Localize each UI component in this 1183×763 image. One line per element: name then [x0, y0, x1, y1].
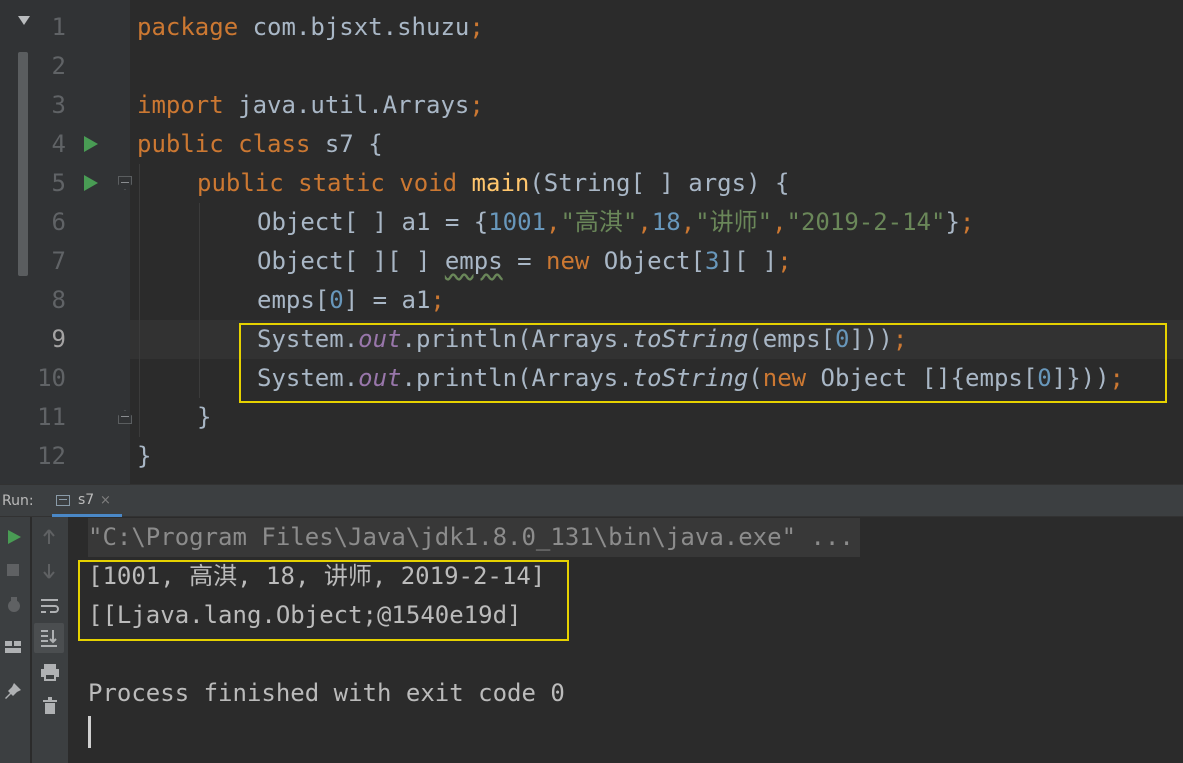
code-editor[interactable]: 1 2 3 4 5 6 7 8 9 10 11 12 package com.b…: [0, 0, 1183, 484]
line-number: 6: [51, 208, 66, 236]
console-command-line: "C:\Program Files\Java\jdk1.8.0_131\bin\…: [88, 518, 860, 557]
debug-icon[interactable]: [4, 595, 24, 615]
editor-scrollbar[interactable]: [18, 52, 28, 276]
up-arrow-icon[interactable]: [42, 529, 56, 545]
collapse-arrow-icon[interactable]: [18, 16, 30, 25]
print-icon[interactable]: [40, 663, 60, 681]
console-tab-icon: [56, 495, 70, 506]
line-number: 11: [37, 403, 66, 431]
code-line-5: public static void main(String[ ] args) …: [197, 169, 790, 197]
line-number: 9: [51, 325, 66, 353]
run-label: Run:: [2, 493, 34, 509]
console-exit-line: Process finished with exit code 0: [88, 679, 565, 707]
tab-s7[interactable]: s7 ×: [52, 485, 122, 516]
rerun-icon[interactable]: [6, 529, 22, 545]
line-number: 5: [51, 169, 66, 197]
run-gutter-icon[interactable]: [84, 175, 98, 191]
code-line-4: public class s7 {: [137, 130, 383, 158]
line-number: 12: [37, 442, 66, 470]
line-number: 4: [51, 130, 66, 158]
run-toolbar-secondary: [31, 517, 68, 763]
scroll-to-end-icon: [41, 630, 57, 647]
line-number: 3: [51, 91, 66, 119]
stop-icon[interactable]: [6, 563, 20, 577]
code-line-3: import java.util.Arrays;: [137, 91, 484, 119]
code-highlight-box: [239, 323, 1167, 403]
tab-label: s7: [78, 492, 95, 508]
code-line-8: emps[0] = a1;: [257, 286, 445, 314]
code-line-7: Object[ ][ ] emps = new Object[3][ ];: [257, 247, 792, 275]
indent-guide: [199, 203, 200, 398]
code-line-1: package com.bjsxt.shuzu;: [137, 13, 484, 41]
line-number: 7: [51, 247, 66, 275]
output-highlight-box: [78, 560, 569, 641]
run-panel-header: Run: s7 ×: [0, 484, 1183, 517]
line-number: 8: [51, 286, 66, 314]
code-line-6: Object[ ] a1 = {1001,"高淇",18,"讲师","2019-…: [257, 208, 975, 236]
run-gutter-icon[interactable]: [84, 136, 98, 152]
trash-icon[interactable]: [42, 697, 58, 715]
indent-guide: [139, 164, 140, 437]
line-number: 10: [37, 364, 66, 392]
text-cursor: [88, 716, 91, 748]
close-icon[interactable]: ×: [100, 485, 111, 516]
layout-icon[interactable]: [4, 639, 22, 655]
line-number: 2: [51, 52, 66, 80]
pin-icon[interactable]: [4, 683, 22, 701]
scroll-to-end-toggle[interactable]: [34, 623, 64, 653]
run-toolbar-primary: [0, 517, 30, 763]
line-number: 1: [51, 13, 66, 41]
soft-wrap-icon[interactable]: [40, 597, 60, 615]
structure-strip: [0, 0, 34, 484]
code-line-12: }: [137, 442, 152, 470]
code-line-11: }: [197, 403, 212, 431]
down-arrow-icon[interactable]: [42, 563, 56, 579]
